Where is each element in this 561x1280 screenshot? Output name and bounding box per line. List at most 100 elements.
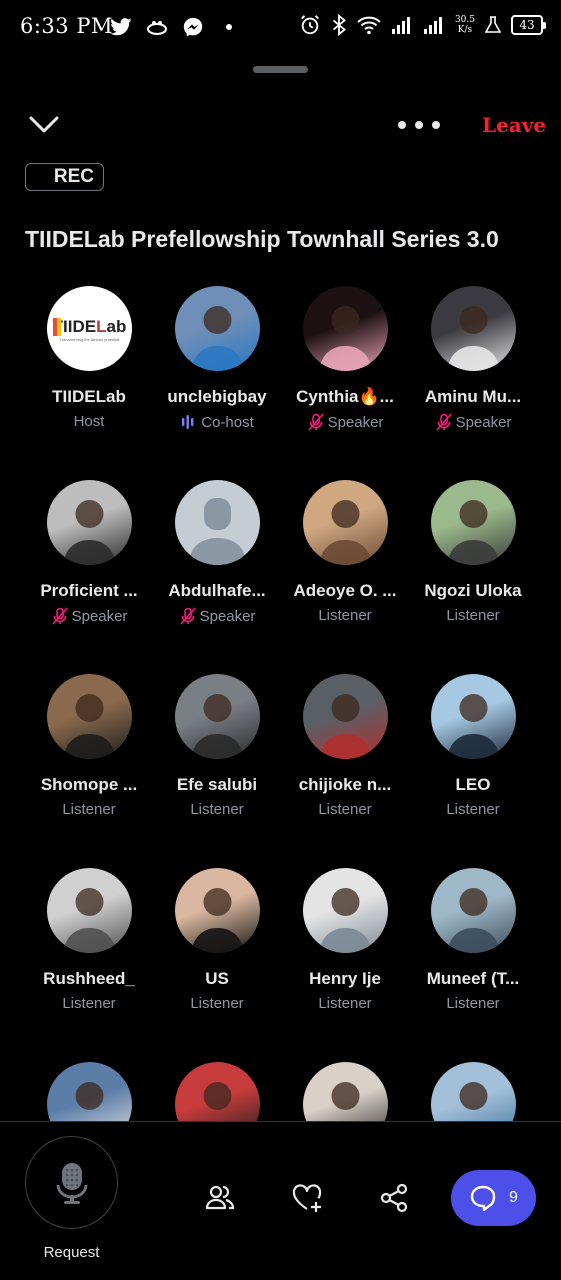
participant-role-label: Co-host [201,413,254,431]
rec-label: REC [53,166,94,187]
participant-role: Listener [281,607,409,624]
signal-icon-2 [423,17,442,34]
user-photo-icon [318,306,372,371]
participant-role-label: Listener [318,801,372,818]
notification-icons [110,16,232,38]
user-photo-icon [190,888,244,953]
participant-role-label: Speaker [327,413,384,431]
avatar[interactable] [46,868,132,953]
user-photo-icon [190,694,244,759]
avatar[interactable] [46,480,132,565]
participant-card[interactable]: LEO Listener [409,674,537,818]
participant-role-label: Speaker [455,413,512,431]
dot-icon [415,121,423,129]
participant-card[interactable]: Ngozi Uloka Listener [409,480,537,624]
request-mic-button[interactable] [25,1136,118,1229]
participant-name: unclebigbay [167,387,267,406]
participant-card[interactable]: Abdulhafe... Speaker [153,480,281,625]
avatar[interactable] [302,480,388,565]
participant-role-label: Listener [446,995,500,1012]
user-photo-icon [62,694,116,759]
user-photo-icon [318,500,372,565]
participant-card[interactable]: Proficient ... Speaker [25,480,153,625]
status-time: 6:33 PM [20,14,113,38]
bluetooth-icon [332,14,346,36]
user-photo-icon [446,306,500,371]
avatar[interactable] [174,868,260,953]
avatar[interactable] [430,286,516,371]
participant-role: Listener [25,995,153,1012]
alarm-icon [301,15,319,35]
app-notification-icon [147,21,167,35]
participant-card[interactable]: Cynthia🔥... Speaker [281,286,409,431]
participant-card[interactable]: Efe salubi Listener [153,674,281,818]
avatar[interactable] [46,674,132,759]
participant-role: Host [25,413,153,430]
signal-icon [391,17,410,34]
participant-card[interactable]: Muneef (T... Listener [409,868,537,1012]
participant-card[interactable]: Adeoye O. ... Listener [281,480,409,624]
participant-role: Listener [281,801,409,818]
user-photo-icon [190,306,244,371]
messenger-icon [183,17,203,37]
participant-name: chijioke n... [298,775,392,794]
avatar[interactable] [302,286,388,371]
participant-card[interactable]: US Listener [153,868,281,1012]
avatar[interactable] [302,868,388,953]
participant-card[interactable]: Rushheed_ Listener [25,868,153,1012]
space-title: TIIDELab Prefellowship Townhall Series 3… [25,226,499,252]
user-photo-icon [318,694,372,759]
avatar[interactable]: TIIDELab Transforming the African potenti… [46,286,132,371]
participant-card[interactable]: Aminu Mu... Speaker [409,286,537,431]
participant-card[interactable]: Shomope ... Listener [25,674,153,818]
people-icon[interactable] [204,1182,236,1214]
microphone-icon [56,1162,87,1204]
flask-icon [485,16,501,33]
participant-name: Proficient ... [40,581,138,600]
participant-role-label: Speaker [71,607,128,625]
more-notifications-dot [226,24,232,30]
participant-role-label: Listener [446,607,500,624]
participant-role-label: Listener [190,801,244,818]
tiidelab-logo-icon: TIIDELabTransforming the African potenti… [52,317,126,342]
participant-role: Listener [409,607,537,624]
participant-role-label: Listener [318,995,372,1012]
participant-name: Muneef (T... [426,969,520,988]
participant-role: Listener [281,995,409,1012]
twitter-icon [110,18,132,36]
participant-name: TIIDELab [52,387,126,406]
heart-add-icon[interactable] [291,1182,323,1214]
participant-card[interactable]: Henry Ije Listener [281,868,409,1012]
participant-name: Abdulhafe... [168,581,266,600]
participant-role-label: Listener [62,801,116,818]
avatar[interactable] [430,868,516,953]
speaking-bars-icon [182,415,194,429]
avatar[interactable] [430,480,516,565]
drag-handle[interactable] [253,66,308,73]
network-speed: 30.5 K/s [454,15,475,35]
participant-card[interactable]: unclebigbay Co-host [153,286,281,431]
participant-role: Listener [153,801,281,818]
share-icon[interactable] [378,1182,410,1214]
participant-name: Shomope ... [40,775,138,794]
status-bar: 6:33 PM 30.5 K/s 43 [0,0,561,58]
participant-name: Henry Ije [309,969,381,988]
avatar[interactable] [302,674,388,759]
mic-muted-icon [435,413,452,431]
avatar[interactable] [174,674,260,759]
leave-button[interactable]: Leave [482,113,546,137]
avatar[interactable] [430,674,516,759]
chat-button[interactable]: 9 [451,1170,536,1226]
participant-card[interactable]: chijioke n... Listener [281,674,409,818]
chevron-down-icon[interactable] [28,112,60,138]
system-icons: 30.5 K/s 43 [299,14,546,36]
participant-card[interactable]: TIIDELab Transforming the African potenti… [25,286,153,430]
participant-role-label: Listener [190,995,244,1012]
dot-icon [398,121,406,129]
participant-role: Co-host [153,413,281,431]
participant-role: Listener [153,995,281,1012]
avatar[interactable] [174,480,260,565]
more-options-button[interactable] [398,114,440,136]
avatar[interactable] [174,286,260,371]
default-avatar-icon [188,498,246,565]
